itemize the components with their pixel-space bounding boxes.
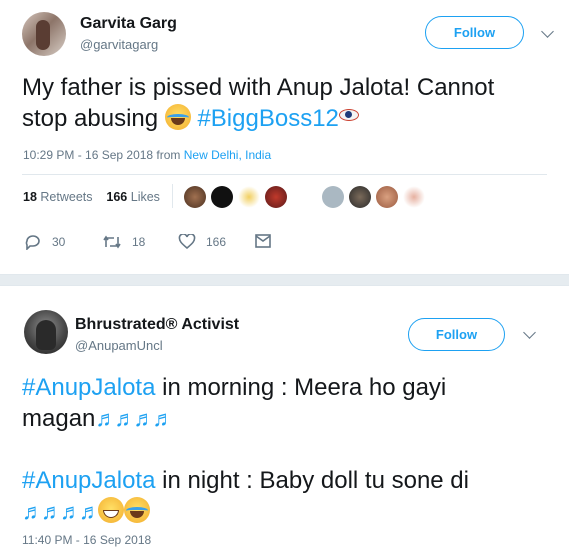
reply-count: 30 <box>52 235 66 249</box>
music-notes-emoji-icon: ♬♬ <box>133 406 174 431</box>
user-handle[interactable]: @AnupamUncl <box>75 338 163 353</box>
liker-avatar[interactable] <box>349 186 371 208</box>
heart-icon <box>178 234 196 250</box>
avatar[interactable] <box>24 310 68 354</box>
retweet-icon <box>103 235 121 249</box>
avatar[interactable] <box>22 12 66 56</box>
user-handle[interactable]: @garvitagarg <box>80 37 158 52</box>
tweet-text: #AnupJalota in morning : Meera ho gayi m… <box>22 372 562 527</box>
tweet-card: Garvita Garg @garvitagarg Follow My fath… <box>0 0 569 274</box>
chevron-down-icon[interactable] <box>523 326 536 339</box>
liker-avatar[interactable] <box>322 186 344 208</box>
liker-avatar[interactable] <box>211 186 233 208</box>
direct-message-action[interactable] <box>255 234 281 248</box>
liker-avatar[interactable] <box>238 186 260 208</box>
display-name[interactable]: Bhrustrated® Activist <box>75 316 239 334</box>
follow-button[interactable]: Follow <box>408 318 505 351</box>
timestamp-link[interactable]: 10:29 PM - 16 Sep 2018 from <box>23 148 184 162</box>
hashtag-link[interactable]: #AnupJalota <box>22 467 155 494</box>
like-action[interactable]: 166 <box>178 234 226 250</box>
liker-avatar[interactable] <box>403 186 425 208</box>
liker-avatar[interactable] <box>184 186 206 208</box>
tweet-timestamp: 10:29 PM - 16 Sep 2018 from New Delhi, I… <box>23 148 271 162</box>
divider <box>22 174 547 175</box>
liker-avatar[interactable] <box>376 186 398 208</box>
liker-avatar[interactable] <box>265 186 287 208</box>
music-notes-emoji-icon: ♬♬ <box>95 406 136 431</box>
tweet-text: My father is pissed with Anup Jalota! Ca… <box>22 74 495 132</box>
follow-button[interactable]: Follow <box>425 16 524 49</box>
music-notes-emoji-icon: ♬♬ <box>60 499 101 524</box>
tears-of-joy-emoji-icon <box>164 104 191 130</box>
tweet-card: Bhrustrated® Activist @AnupamUncl Follow… <box>0 286 569 548</box>
display-name[interactable]: Garvita Garg <box>80 15 177 33</box>
like-count: 166 <box>206 235 227 249</box>
envelope-icon <box>255 234 271 248</box>
music-notes-emoji-icon: ♬♬ <box>22 499 63 524</box>
reply-action[interactable]: 30 <box>24 234 65 250</box>
retweets-stat[interactable]: 18 Retweets <box>23 190 93 204</box>
engagement-stats: 18 Retweets 166 Likes <box>23 190 160 204</box>
chevron-down-icon[interactable] <box>541 25 554 38</box>
grinning-emoji-icon <box>98 497 124 523</box>
retweet-count: 18 <box>132 235 146 249</box>
tweet-separator <box>0 274 569 286</box>
reply-icon <box>25 235 40 250</box>
likes-stat[interactable]: 166 Likes <box>106 190 160 204</box>
location-link[interactable]: New Delhi, India <box>184 148 271 162</box>
hashtag-link[interactable]: #BiggBoss12 <box>197 105 338 132</box>
stats-divider <box>172 184 173 208</box>
hashtag-link[interactable]: #AnupJalota <box>22 374 155 401</box>
eye-emoji-icon <box>338 109 359 121</box>
tweet-timestamp[interactable]: 11:40 PM - 16 Sep 2018 <box>22 533 151 547</box>
retweet-action[interactable]: 18 <box>102 234 145 250</box>
tears-of-joy-emoji-icon <box>124 497 150 523</box>
